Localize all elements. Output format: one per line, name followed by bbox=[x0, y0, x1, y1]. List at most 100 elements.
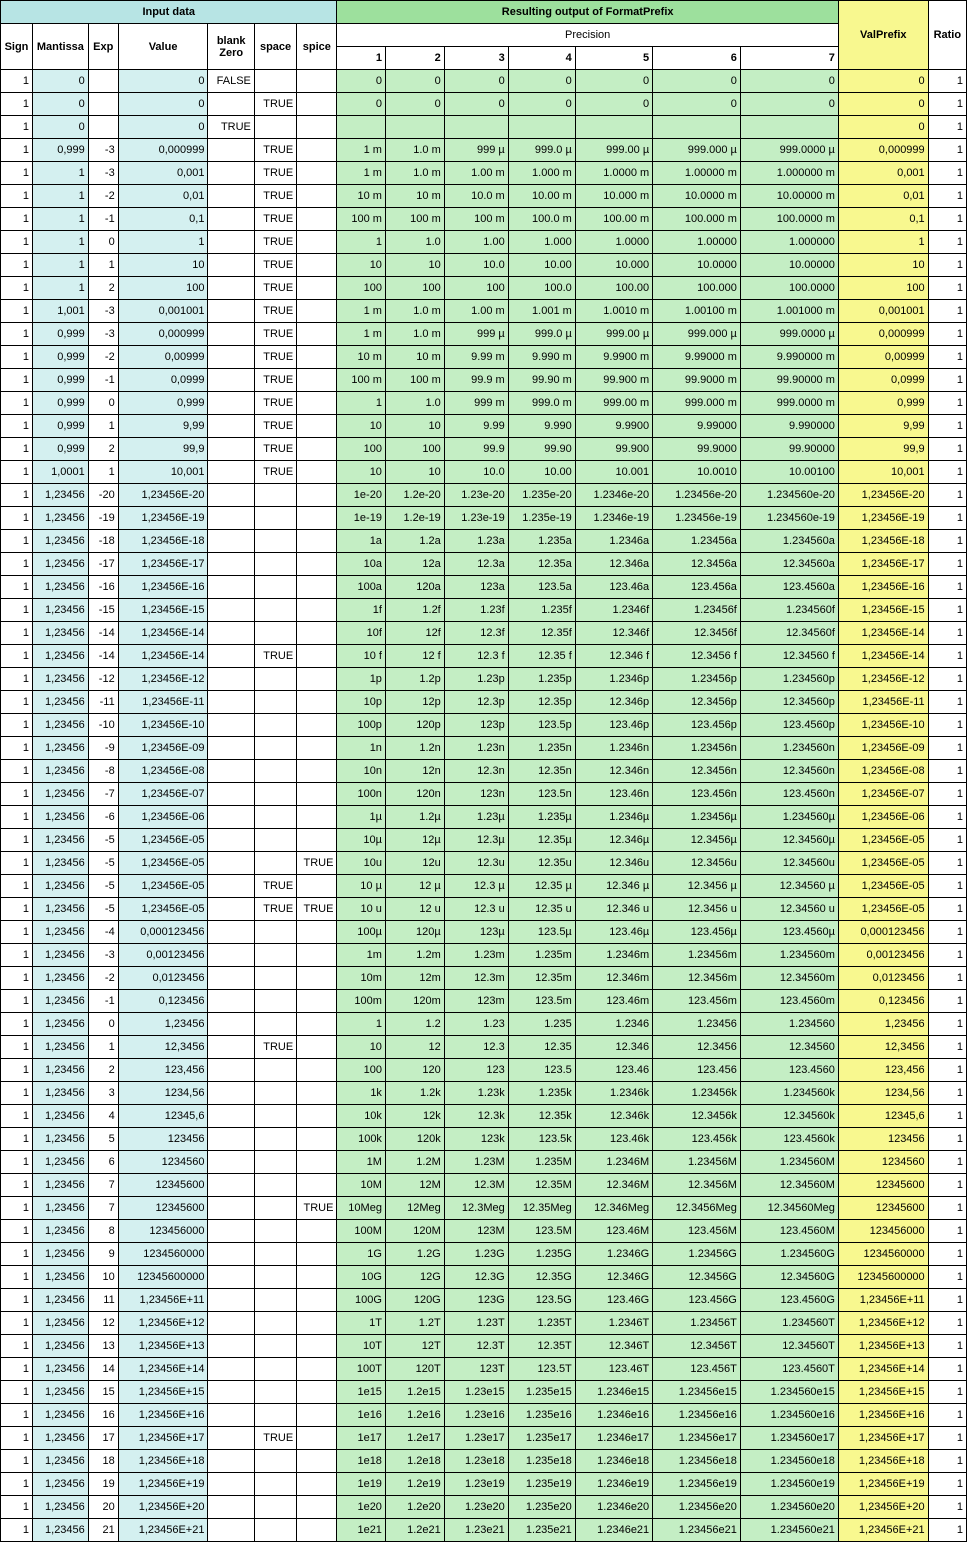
cell: 123.4560 bbox=[740, 1059, 838, 1082]
cell: 123.46m bbox=[575, 990, 652, 1013]
cell: 12.3456m bbox=[653, 967, 741, 990]
cell: 12 f bbox=[385, 645, 444, 668]
cell: 999.000 m bbox=[653, 392, 741, 415]
cell: 1.234560e-20 bbox=[740, 484, 838, 507]
cell: 1,23456 bbox=[32, 1105, 88, 1128]
cell: 21 bbox=[88, 1519, 118, 1542]
cell: 1,23456E-07 bbox=[838, 783, 928, 806]
blankzero-header: blankZero bbox=[208, 24, 254, 70]
cell bbox=[444, 116, 508, 139]
cell: 1e20 bbox=[337, 1496, 386, 1519]
cell: 1.23e20 bbox=[444, 1496, 508, 1519]
cell: 12.3456 µ bbox=[653, 875, 741, 898]
cell: 1,23456 bbox=[32, 806, 88, 829]
cell: 100 m bbox=[337, 369, 386, 392]
cell: 120m bbox=[385, 990, 444, 1013]
cell: 12.3456M bbox=[653, 1174, 741, 1197]
cell bbox=[208, 93, 254, 116]
cell: 1.0000 m bbox=[575, 162, 652, 185]
cell: 1 bbox=[928, 576, 966, 599]
cell: 1,23456 bbox=[32, 1335, 88, 1358]
cell: 123.46a bbox=[575, 576, 652, 599]
cell bbox=[297, 162, 337, 185]
cell: 1 bbox=[1, 1381, 33, 1404]
cell: -10 bbox=[88, 714, 118, 737]
cell: TRUE bbox=[254, 1427, 296, 1450]
cell bbox=[208, 1243, 254, 1266]
cell: 1.23456M bbox=[653, 1151, 741, 1174]
cell: 0,123456 bbox=[838, 990, 928, 1013]
cell: 1.23e-19 bbox=[444, 507, 508, 530]
cell bbox=[88, 93, 118, 116]
cell: 12.346 µ bbox=[575, 875, 652, 898]
cell: 1,23456 bbox=[32, 1059, 88, 1082]
cell: -7 bbox=[88, 783, 118, 806]
cell: 1.0010 m bbox=[575, 300, 652, 323]
cell: -5 bbox=[88, 898, 118, 921]
cell bbox=[297, 967, 337, 990]
cell: 1.000 bbox=[508, 231, 575, 254]
cell: 1k bbox=[337, 1082, 386, 1105]
cell: 999.0 µ bbox=[508, 139, 575, 162]
cell bbox=[208, 990, 254, 1013]
cell: 1.23T bbox=[444, 1312, 508, 1335]
cell: TRUE bbox=[254, 875, 296, 898]
cell: 1 bbox=[928, 346, 966, 369]
cell: 1e16 bbox=[337, 1404, 386, 1427]
cell: 0,01 bbox=[118, 185, 208, 208]
cell: 1 bbox=[928, 1105, 966, 1128]
cell: 0,999 bbox=[32, 139, 88, 162]
cell: 12k bbox=[385, 1105, 444, 1128]
cell: 1,23456E-16 bbox=[118, 576, 208, 599]
cell: 1 m bbox=[337, 139, 386, 162]
cell: 1a bbox=[337, 530, 386, 553]
cell: 1,23456E+14 bbox=[118, 1358, 208, 1381]
cell: 1 bbox=[928, 1289, 966, 1312]
cell bbox=[254, 714, 296, 737]
format-prefix-table: Input data Resulting output of FormatPre… bbox=[0, 0, 967, 1542]
cell: 1.235e21 bbox=[508, 1519, 575, 1542]
cell: -5 bbox=[88, 875, 118, 898]
cell: 123,456 bbox=[838, 1059, 928, 1082]
cell bbox=[297, 185, 337, 208]
cell: 1,23456E+20 bbox=[118, 1496, 208, 1519]
cell: 0 bbox=[118, 116, 208, 139]
cell bbox=[208, 714, 254, 737]
cell: 12.3456 bbox=[653, 1036, 741, 1059]
cell: 1.2e18 bbox=[385, 1450, 444, 1473]
cell: 10 bbox=[385, 415, 444, 438]
cell bbox=[208, 1381, 254, 1404]
cell: 120n bbox=[385, 783, 444, 806]
cell: -12 bbox=[88, 668, 118, 691]
cell: 1.234560e-19 bbox=[740, 507, 838, 530]
table-row: 11,23456121,23456E+121T1.2T1.23T1.235T1.… bbox=[1, 1312, 967, 1335]
cell: 12.3456G bbox=[653, 1266, 741, 1289]
cell: 1 bbox=[1, 1013, 33, 1036]
cell bbox=[653, 116, 741, 139]
cell: 9.990 m bbox=[508, 346, 575, 369]
cell bbox=[254, 553, 296, 576]
cell: 12.346u bbox=[575, 852, 652, 875]
cell: TRUE bbox=[254, 139, 296, 162]
cell: 12.3u bbox=[444, 852, 508, 875]
cell: 1.2346e-19 bbox=[575, 507, 652, 530]
cell: 1 bbox=[928, 1128, 966, 1151]
cell bbox=[254, 1082, 296, 1105]
cell: 0 bbox=[838, 116, 928, 139]
cell: 10.000 m bbox=[575, 185, 652, 208]
cell: 123p bbox=[444, 714, 508, 737]
cell: 1.234560µ bbox=[740, 806, 838, 829]
cell bbox=[297, 829, 337, 852]
cell: 12,3456 bbox=[838, 1036, 928, 1059]
cell: 999.00 µ bbox=[575, 139, 652, 162]
cell: 12.35 bbox=[508, 1036, 575, 1059]
cell bbox=[297, 921, 337, 944]
cell: 1 bbox=[928, 1335, 966, 1358]
cell: 100.000 m bbox=[653, 208, 741, 231]
cell: 1.23M bbox=[444, 1151, 508, 1174]
cell: 12.34560 f bbox=[740, 645, 838, 668]
cell: 1 bbox=[1, 737, 33, 760]
cell: 1.2346e17 bbox=[575, 1427, 652, 1450]
cell: 1,23456 bbox=[32, 714, 88, 737]
table-row: 11,23456-51,23456E-05TRUE10 µ12 µ12.3 µ1… bbox=[1, 875, 967, 898]
